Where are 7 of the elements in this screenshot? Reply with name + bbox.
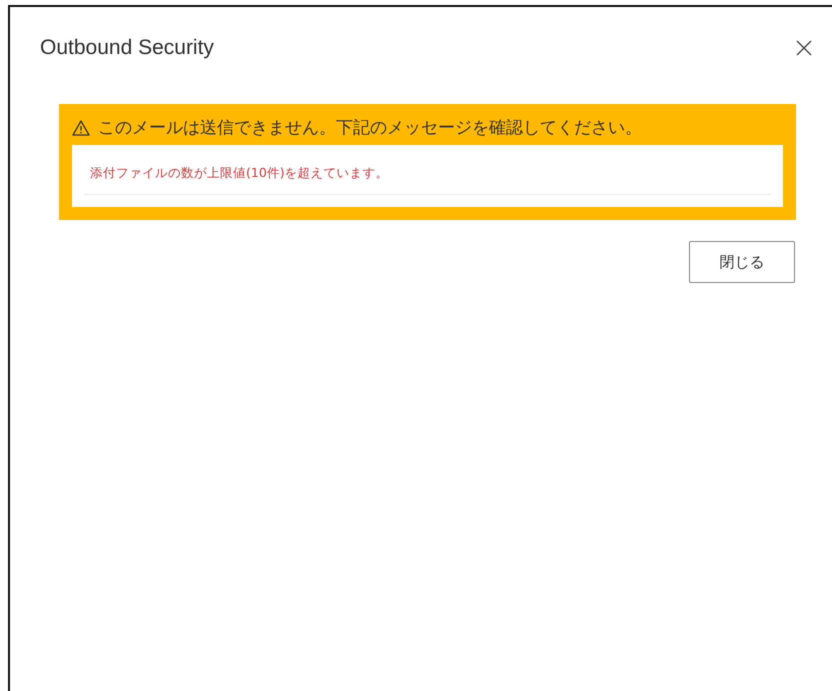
error-message: 添付ファイルの数が上限値(10件)を超えています。	[84, 159, 771, 195]
warning-icon	[72, 120, 90, 136]
close-button[interactable]	[794, 38, 814, 58]
dialog-title: Outbound Security	[40, 36, 214, 60]
close-dialog-button[interactable]: 閉じる	[689, 241, 795, 283]
close-icon	[796, 40, 812, 56]
warning-heading: このメールは送信できません。下記のメッセージを確認してください。	[98, 117, 642, 139]
